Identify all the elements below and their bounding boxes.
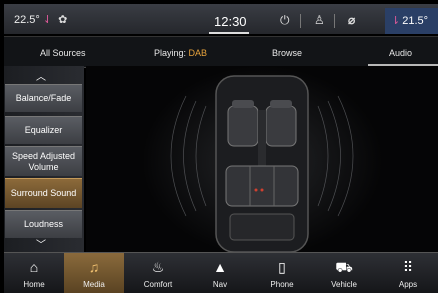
car-speaker-visualization [86,66,438,256]
clock: 12:30 [214,14,247,29]
car-top-view-illustration [142,66,382,256]
nav-comfort[interactable]: ♨ Comfort [128,253,188,293]
power-icon[interactable]: ⏻ [280,13,290,28]
loudness-button[interactable]: Loudness [5,210,82,238]
recirculation-off-icon[interactable]: ⌀ [348,13,355,27]
heated-seat-icon: ⇃ [42,14,53,26]
music-note-icon: ♫ [88,259,100,275]
driver-temp-value: 22.5° [14,14,40,26]
apps-grid-icon: ⠿ [402,259,414,275]
nav-nav[interactable]: ▲ Nav [190,253,250,293]
phone-icon: ▯ [278,259,286,275]
passenger-temp-value: 21.5° [402,15,429,27]
status-bar: 22.5° ⇃ ✿ 12:30 ⏻ ♙ ⌀ ⇂ 21.5° [4,4,438,34]
clock-underline [209,32,249,34]
fan-icon: ✿ [58,14,68,26]
nav-apps[interactable]: ⠿ Apps [378,253,438,293]
surround-sound-button[interactable]: Surround Sound [5,178,82,208]
clock-area: 12:30 [204,8,254,34]
nav-vehicle[interactable]: ⛟ Vehicle [314,253,374,293]
passenger-temperature[interactable]: ⇂ 21.5° [385,8,438,34]
nav-media-label: Media [83,280,105,289]
tab-browse[interactable]: Browse [272,48,302,58]
nav-phone-label: Phone [270,280,294,289]
divider [334,14,335,28]
speed-adjusted-volume-button[interactable]: Speed Adjusted Volume [5,146,82,176]
bottom-nav-bar: ⌂ Home ♫ Media ♨ Comfort ▲ Nav ▯ Phone ⛟… [4,252,438,293]
nav-apps-label: Apps [398,280,418,289]
tab-all-sources[interactable]: All Sources [40,48,86,58]
driver-temperature[interactable]: 22.5° ⇃ ✿ [14,13,67,26]
divider [300,14,301,28]
nav-media[interactable]: ♫ Media [64,253,124,293]
tab-now-playing[interactable]: Playing: DAB [154,48,207,58]
scroll-down-icon[interactable]: ﹀ [36,236,46,251]
tab-audio[interactable]: Audio [389,48,412,58]
equalizer-button[interactable]: Equalizer [5,116,82,144]
nav-nav-label: Nav [212,280,228,289]
seat-icon: ♨ [151,259,165,275]
car-icon: ⛟ [335,259,353,275]
passenger-temp-row: ⇂ 21.5° [391,14,428,27]
home-icon: ⌂ [29,259,39,275]
scroll-up-icon[interactable]: ︿ [36,68,46,83]
balance-fade-button[interactable]: Balance/Fade [5,84,82,112]
nav-vehicle-label: Vehicle [331,280,357,289]
nav-home-label: Home [23,280,45,289]
seat-heat-icon: ⇂ [391,15,401,27]
tab-now-playing-source: DAB [188,48,208,58]
nav-home[interactable]: ⌂ Home [4,253,64,293]
nav-phone[interactable]: ▯ Phone [252,253,312,293]
nav-comfort-label: Comfort [143,280,173,289]
tab-now-playing-prefix: Playing: [154,48,189,58]
navigation-arrow-icon: ▲ [213,259,227,275]
user-profile-icon[interactable]: ♙ [314,13,325,27]
